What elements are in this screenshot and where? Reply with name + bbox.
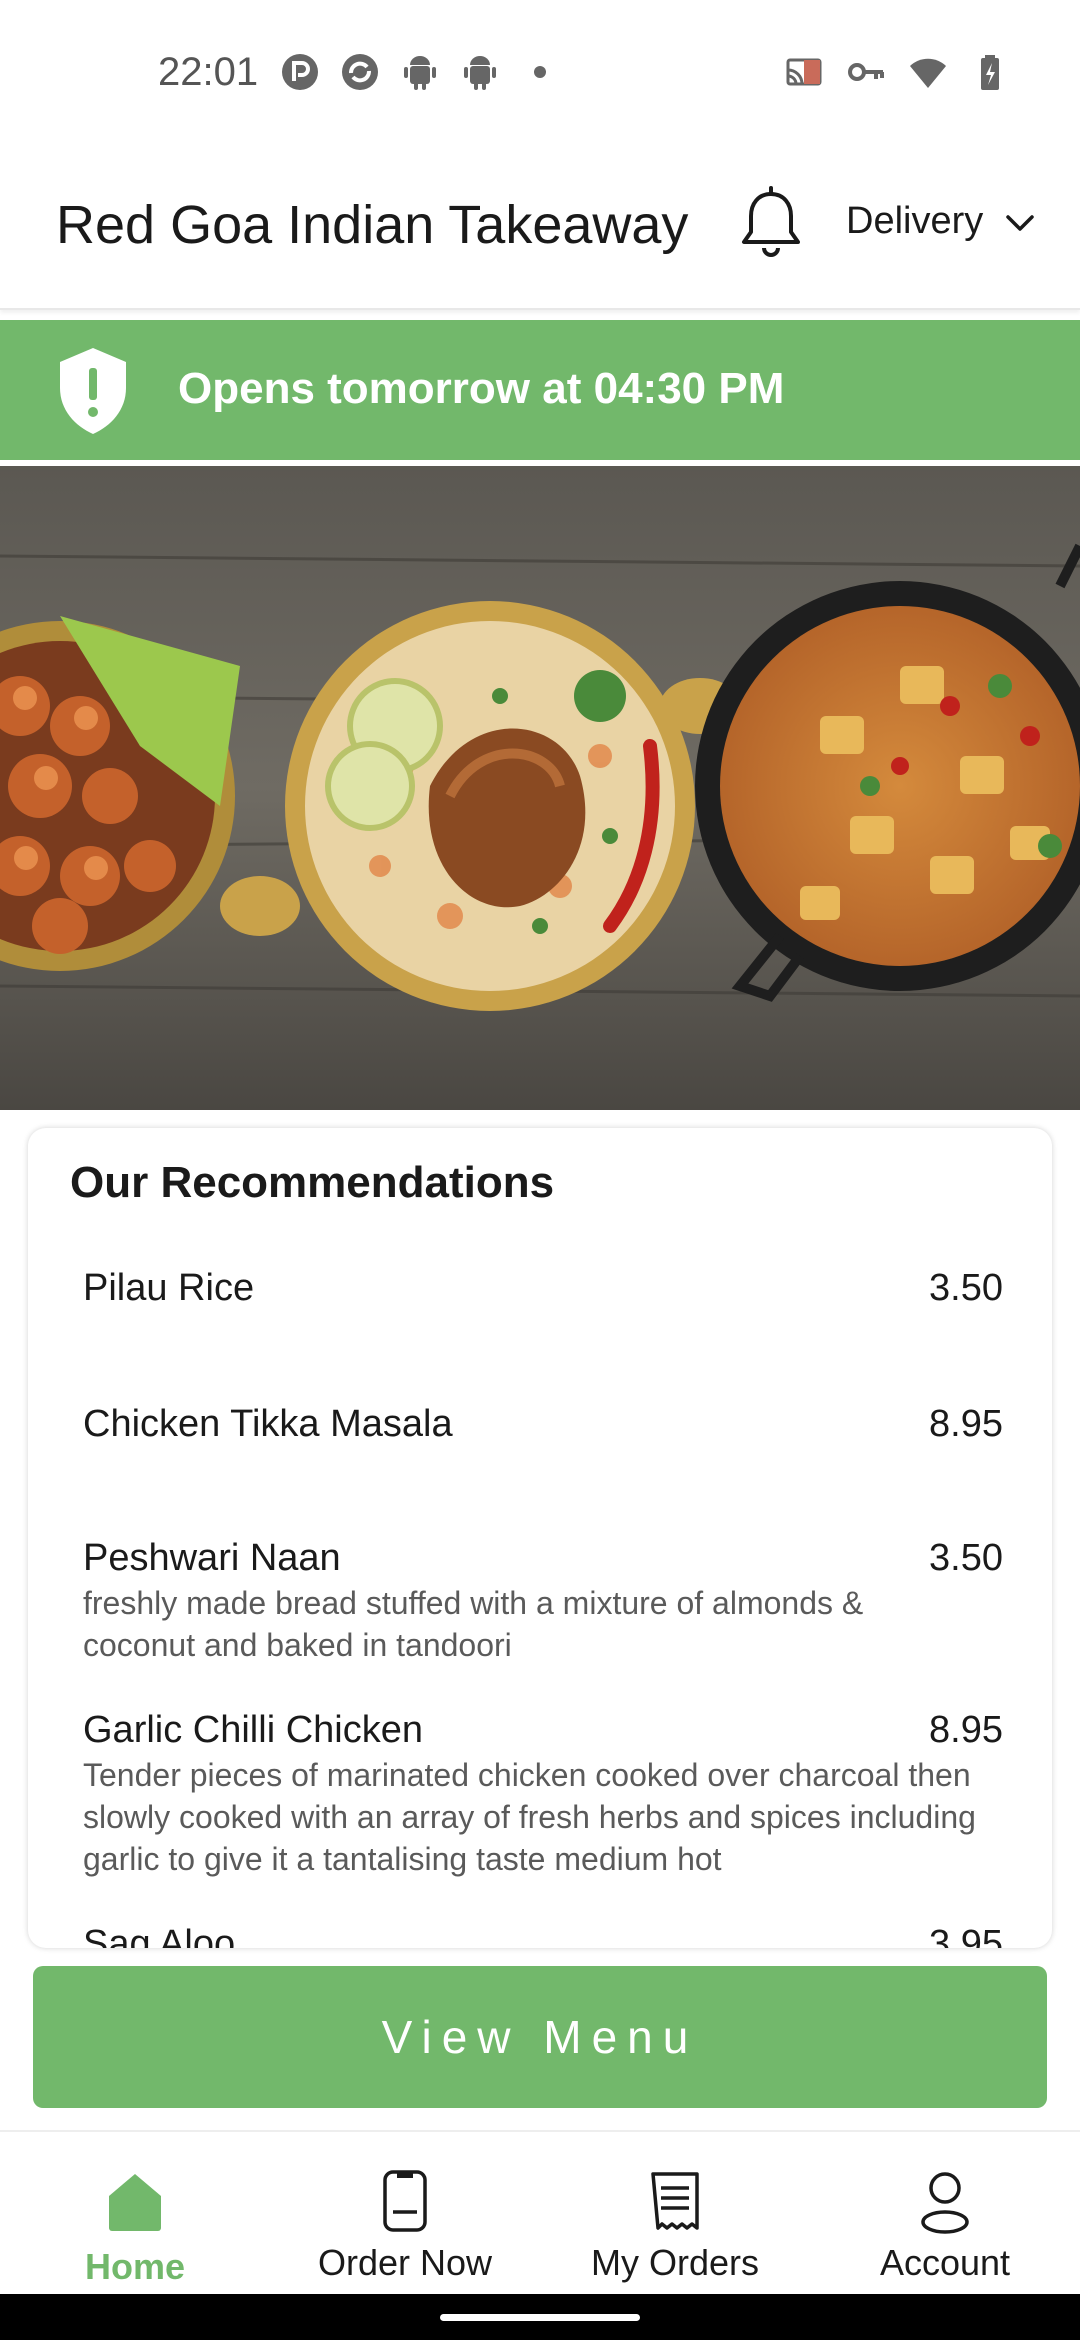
hero-food-image (0, 466, 1080, 1110)
recommendations-list: Pilau Rice 3.50 Chicken Tikka Masala 8.9… (83, 1266, 1003, 1948)
nav-label: Order Now (317, 2242, 493, 2283)
opening-status-banner: Opens tomorrow at 04:30 PM (0, 320, 1080, 460)
order-icon (375, 2168, 435, 2234)
battery-charging-icon (970, 52, 1010, 92)
opening-time-text: Opens tomorrow at 04:30 PM (178, 364, 785, 413)
cast-icon (784, 52, 824, 92)
android-icon (400, 52, 440, 92)
nav-item-order-now[interactable]: Order Now (270, 2132, 540, 2296)
delivery-dropdown[interactable]: Delivery (846, 200, 1035, 243)
chevron-down-icon (1005, 200, 1035, 243)
dot-icon (520, 52, 560, 92)
item-price: 8.95 (929, 1403, 1003, 1445)
home-icon (105, 2168, 165, 2234)
status-time: 22:01 (158, 50, 259, 94)
list-item[interactable]: Pilau Rice 3.50 (83, 1266, 1003, 1402)
nav-item-account[interactable]: Account (810, 2132, 1080, 2296)
list-item[interactable]: Garlic Chilli Chicken 8.95 Tender pieces… (83, 1708, 1003, 1922)
page-title: Red Goa Indian Takeaway (56, 195, 689, 255)
item-name: Sag Aloo (83, 1923, 236, 1948)
bell-icon[interactable] (738, 186, 804, 266)
receipt-icon (645, 2168, 705, 2234)
item-price: 3.50 (929, 1267, 1003, 1309)
gesture-bar (0, 2294, 1080, 2340)
recommendations-card: Our Recommendations Pilau Rice 3.50 Chic… (28, 1128, 1052, 1948)
shield-alert-icon (56, 346, 130, 436)
home-gesture-handle[interactable] (440, 2314, 640, 2321)
item-name: Pilau Rice (83, 1267, 255, 1309)
list-item[interactable]: Chicken Tikka Masala 8.95 (83, 1402, 1003, 1536)
sync-icon (340, 52, 380, 92)
nav-label: My Orders (590, 2242, 759, 2283)
item-name: Chicken Tikka Masala (83, 1403, 453, 1445)
app-header: Red Goa Indian Takeaway Delivery (0, 150, 1080, 310)
bottom-navigation: Home Order Now My Orders Account (0, 2130, 1080, 2296)
person-icon (915, 2168, 975, 2234)
item-name: Garlic Chilli Chicken (83, 1709, 423, 1751)
wifi-icon (908, 52, 948, 92)
nav-label: Account (879, 2242, 1011, 2283)
nav-label: Home (84, 2246, 186, 2287)
item-description: Tender pieces of marinated chicken cooke… (83, 1757, 976, 1877)
status-bar: 22:01 (0, 0, 1080, 150)
delivery-label: Delivery (846, 200, 984, 242)
view-menu-button[interactable]: View Menu (33, 1966, 1047, 2108)
item-price: 3.50 (929, 1537, 1003, 1579)
item-description: freshly made bread stuffed with a mixtur… (83, 1585, 864, 1663)
android-icon (460, 52, 500, 92)
item-price: 8.95 (929, 1709, 1003, 1751)
notification-p-icon (280, 52, 320, 92)
status-icons-left (280, 52, 560, 92)
nav-item-my-orders[interactable]: My Orders (540, 2132, 810, 2296)
item-name: Peshwari Naan (83, 1537, 341, 1579)
list-item[interactable]: Peshwari Naan 3.50 freshly made bread st… (83, 1536, 1003, 1708)
nav-item-home[interactable]: Home (0, 2132, 270, 2296)
recommendations-title: Our Recommendations (70, 1158, 555, 1207)
status-icons-right (784, 52, 1010, 92)
list-item[interactable]: Sag Aloo 3.95 (83, 1922, 1003, 1948)
item-price: 3.95 (929, 1923, 1003, 1948)
vpn-key-icon (846, 52, 886, 92)
